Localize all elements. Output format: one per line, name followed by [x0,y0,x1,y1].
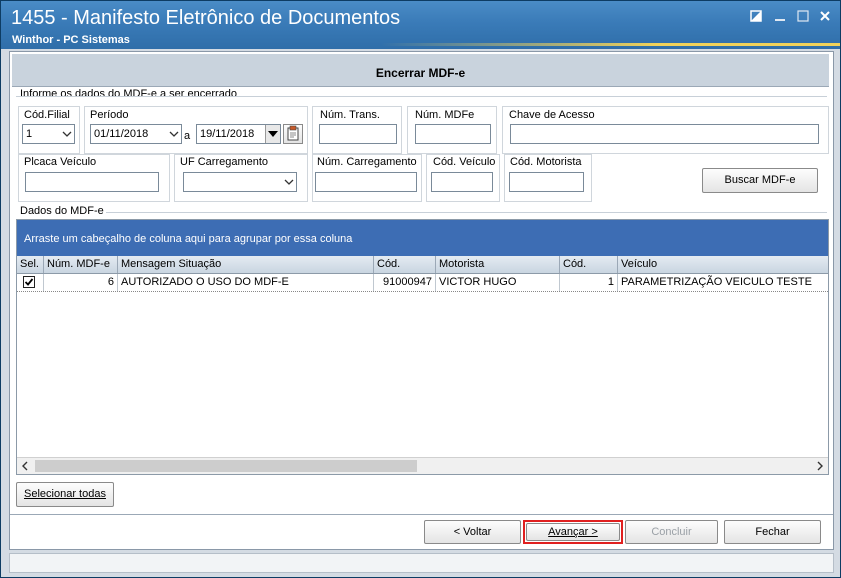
select-all-button[interactable]: Selecionar todas [16,482,114,507]
uf-carregamento-label: UF Carregamento [180,156,269,168]
row-mensagem: AUTORIZADO O USO DO MDF-E [118,274,374,291]
minimize-icon[interactable] [772,9,788,23]
placa-veiculo-input[interactable] [25,172,159,192]
row-cod-motorista: 91000947 [374,274,436,291]
chevron-right-icon[interactable] [816,461,824,471]
title-bar: 1455 - Manifesto Eletrônico de Documento… [1,1,840,49]
grid-header: Sel. Núm. MDF-e Mensagem Situação Cód. M… [17,256,828,274]
voltar-button[interactable]: < Voltar [424,520,521,544]
title-accent-stripe [381,43,840,46]
column-header-veiculo[interactable]: Veículo [618,256,828,273]
grid-group-label: Dados do MDF-e [20,205,104,217]
status-bar [9,553,834,573]
calendar-button[interactable] [283,124,303,144]
periodo-separator: a [184,130,191,142]
cod-motorista-label: Cód. Motorista [510,156,582,168]
avancar-highlight: Avançar > [523,520,623,544]
num-trans-input[interactable] [319,124,397,144]
row-veiculo: PARAMETRIZAÇÃO VEICULO TESTE [621,276,812,288]
periodo-end-field[interactable]: 19/11/2018 [196,124,281,144]
cod-filial-select[interactable]: 1 [22,124,75,144]
num-trans-label: Núm. Trans. [320,109,380,121]
periodo-end-value: 19/11/2018 [200,128,255,140]
cod-filial-label: Cód.Filial [24,109,70,121]
grid-group-line [106,212,827,213]
row-motorista: VICTOR HUGO [436,274,560,291]
table-row[interactable]: 6 AUTORIZADO O USO DO MDF-E 91000947 VIC… [17,274,828,292]
avancar-button[interactable]: Avançar > [526,523,620,541]
periodo-start-field[interactable]: 01/11/2018 [90,124,182,144]
column-header-sel[interactable]: Sel. [17,256,44,273]
periodo-start-value: 01/11/2018 [94,128,149,140]
panel-title: Encerrar MDF-e [12,54,829,87]
placa-veiculo-label: Plcaca Veículo [24,156,97,168]
close-icon[interactable] [817,9,833,23]
row-select-cell[interactable] [17,274,44,291]
group-by-area[interactable]: Arraste um cabeçalho de coluna aqui para… [17,220,828,256]
wizard-content: Encerrar MDF-e Informe os dados do MDF-e… [9,51,834,550]
window-subtitle: Winthor - PC Sistemas [12,34,130,46]
num-carregamento-label: Núm. Carregamento [317,156,417,168]
chave-acesso-input[interactable] [510,124,819,144]
chevron-down-icon [284,179,294,185]
column-header-cod-motorista[interactable]: Cód. [374,256,436,273]
window-title: 1455 - Manifesto Eletrônico de Documento… [11,7,401,29]
periodo-label: Período [90,109,129,121]
main-window: 1455 - Manifesto Eletrônico de Documento… [0,0,841,578]
periodo-end-dropdown[interactable] [265,125,280,143]
cod-veiculo-input[interactable] [431,172,493,192]
chevron-left-icon[interactable] [21,461,29,471]
cod-veiculo-label: Cód. Veículo [433,156,496,168]
uf-carregamento-select[interactable] [183,172,297,192]
column-header-mensagem[interactable]: Mensagem Situação [118,256,374,273]
restore-icon[interactable] [748,9,764,23]
mdfe-grid: Arraste um cabeçalho de coluna aqui para… [16,219,829,475]
row-num-mdfe: 6 [44,274,118,291]
cod-motorista-input[interactable] [509,172,584,192]
caret-down-icon [268,131,278,137]
footer-divider [10,514,833,515]
num-mdfe-label: Núm. MDFe [415,109,475,121]
row-cod-veiculo: 1 [560,274,618,291]
horizontal-scrollbar[interactable] [17,457,828,474]
cod-filial-value: 1 [26,128,33,140]
column-header-cod-veiculo[interactable]: Cód. [560,256,618,273]
chevron-down-icon [169,131,179,137]
maximize-icon[interactable] [795,9,811,23]
scrollbar-thumb[interactable] [35,460,417,472]
column-header-num-mdfe[interactable]: Núm. MDF-e [44,256,118,273]
concluir-button[interactable]: Concluir [625,520,718,544]
checkbox-checked-icon[interactable] [23,276,35,288]
calendar-icon [287,125,299,141]
buscar-mdfe-button[interactable]: Buscar MDF-e [702,168,818,193]
fechar-button[interactable]: Fechar [724,520,821,544]
num-mdfe-input[interactable] [415,124,491,144]
num-carregamento-input[interactable] [315,172,417,192]
chave-acesso-label: Chave de Acesso [509,109,595,121]
chevron-down-icon [62,131,72,137]
column-header-motorista[interactable]: Motorista [436,256,560,273]
